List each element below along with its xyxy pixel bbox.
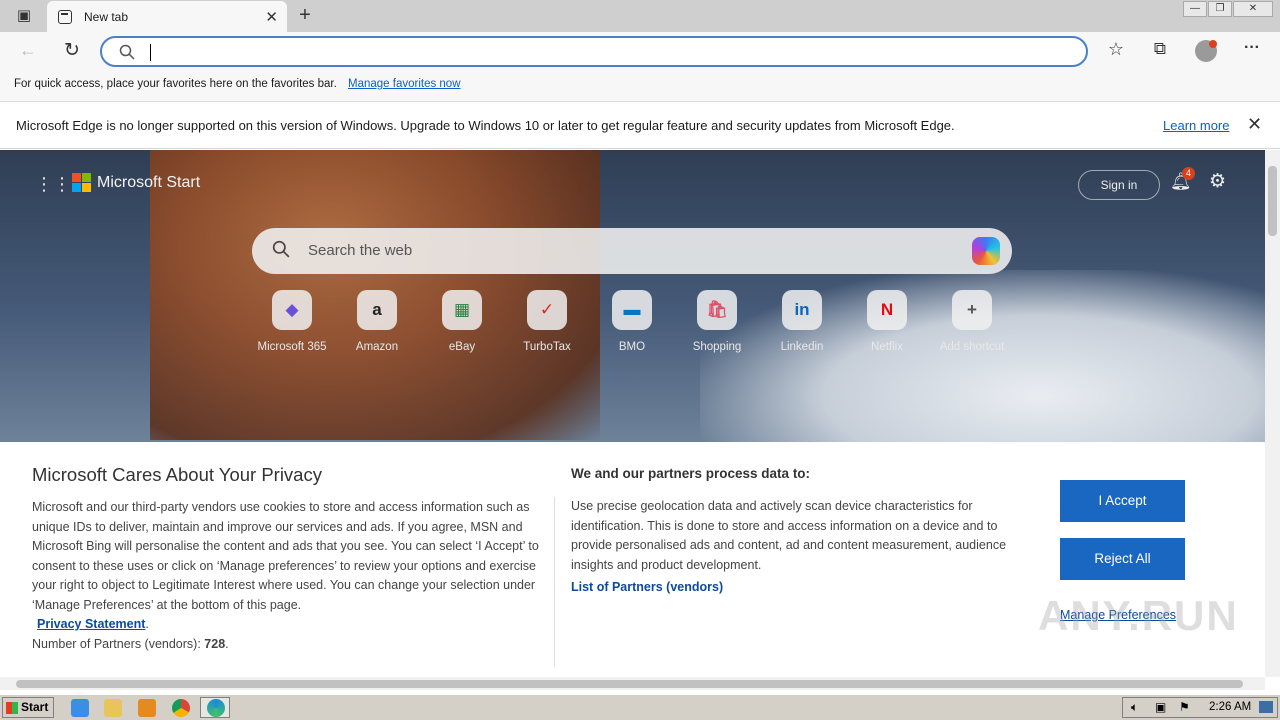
shortcut-icon: ▬ (612, 290, 652, 330)
privacy-divider (554, 497, 555, 667)
shortcut-label: Microsoft 365 (257, 341, 327, 353)
media-player-icon[interactable] (138, 699, 156, 717)
profile-status-dot (1209, 40, 1217, 48)
shortcut-tile[interactable]: N Netflix (845, 290, 929, 353)
shortcut-icon: + (952, 290, 992, 330)
vertical-scrollbar[interactable] (1265, 150, 1280, 677)
reject-all-button[interactable]: Reject All (1060, 538, 1185, 580)
shortcut-tile[interactable]: ✓ TurboTax (505, 290, 589, 353)
more-menu-button[interactable]: ··· (1240, 39, 1264, 57)
shortcut-tile[interactable]: + Add shortcut (930, 290, 1014, 353)
start-button[interactable]: Start (2, 697, 54, 718)
close-tab-icon[interactable]: ✕ (265, 8, 278, 26)
flag-icon[interactable]: ⚑ (1179, 700, 1190, 714)
web-search-box[interactable]: Search the web (252, 228, 1012, 274)
new-tab-page-icon (58, 9, 72, 24)
tab-strip: ▣ New tab ✕ + — ❐ ✕ (0, 0, 1280, 32)
profile-avatar[interactable] (1195, 40, 1217, 62)
partners-count: 728 (204, 636, 226, 651)
manage-favorites-link[interactable]: Manage favorites now (348, 78, 461, 90)
tab-actions-icon[interactable]: ▣ (12, 6, 36, 24)
shortcut-icon: N (867, 290, 907, 330)
shortcut-icon: 🛍 (697, 290, 737, 330)
learn-more-link[interactable]: Learn more (1163, 118, 1229, 133)
volume-icon[interactable]: 🔈︎ (1131, 700, 1138, 715)
shortcut-icon: a (357, 290, 397, 330)
unsupported-os-infobar: Microsoft Edge is no longer supported on… (0, 102, 1280, 149)
close-window-button[interactable]: ✕ (1233, 1, 1273, 17)
shortcut-label: TurboTax (523, 341, 571, 353)
privacy-consent-banner: Microsoft Cares About Your Privacy Micro… (0, 442, 1265, 677)
shortcut-icon: ✓ (527, 290, 567, 330)
refresh-button[interactable]: ↻ (60, 39, 84, 62)
clock: 2:26 AM (1209, 701, 1252, 713)
shortcut-tile[interactable]: a Amazon (335, 290, 419, 353)
sign-in-button[interactable]: Sign in (1078, 170, 1160, 200)
data-processing-body: Use precise geolocation data and activel… (571, 499, 1007, 572)
shortcut-tile[interactable]: in Linkedin (760, 290, 844, 353)
tab-title: New tab (84, 9, 129, 24)
shortcut-tile[interactable]: ▦ eBay (420, 290, 504, 353)
copilot-icon[interactable] (972, 237, 1000, 265)
shortcut-label: BMO (618, 341, 646, 353)
privacy-statement-link[interactable]: Privacy Statement (37, 617, 145, 631)
edge-icon (207, 699, 225, 717)
watermark-logo: ANY.RUN (1038, 592, 1239, 639)
settings-gear-icon[interactable]: ⚙ (1209, 170, 1226, 193)
favorites-star-icon[interactable]: ☆ (1104, 39, 1128, 60)
list-of-partners-link[interactable]: List of Partners (vendors) (571, 580, 723, 594)
search-icon (272, 240, 290, 258)
shortcut-icon: ▦ (442, 290, 482, 330)
back-button[interactable]: ← (16, 40, 40, 61)
new-tab-button[interactable]: + (293, 4, 317, 27)
favorites-bar-message: For quick access, place your favorites h… (14, 78, 337, 90)
accept-button[interactable]: I Accept (1060, 480, 1185, 522)
shortcut-tile[interactable]: ▬ BMO (590, 290, 674, 353)
privacy-title: Microsoft Cares About Your Privacy (32, 464, 322, 485)
shortcut-icon: in (782, 290, 822, 330)
scrollbar-thumb[interactable] (16, 680, 1243, 688)
brand-name[interactable]: Microsoft Start (97, 174, 200, 192)
horizontal-scrollbar[interactable] (0, 677, 1265, 690)
taskbar: Start 🔈︎ ▣ ⚑ 2:26 AM (0, 694, 1280, 720)
address-input[interactable] (152, 42, 1052, 62)
tab-new-tab[interactable]: New tab ✕ (47, 1, 287, 32)
infobar-message: Microsoft Edge is no longer supported on… (16, 118, 955, 133)
microsoft-logo-icon (72, 173, 92, 193)
notification-count-badge: 4 (1182, 167, 1195, 180)
restore-button[interactable]: ❐ (1208, 1, 1232, 17)
search-icon (119, 44, 135, 60)
privacy-body-text: Microsoft and our third-party vendors us… (32, 500, 539, 612)
search-placeholder: Search the web (308, 242, 413, 259)
privacy-body: Microsoft and our third-party vendors us… (32, 500, 539, 651)
system-tray: 🔈︎ ▣ ⚑ 2:26 AM (1122, 697, 1278, 718)
new-tab-page: ⋮⋮⋮ Microsoft Start Sign in 🔔︎ 4 ⚙ Searc… (0, 150, 1265, 677)
network-icon[interactable]: ▣ (1155, 700, 1166, 714)
show-desktop-icon[interactable] (1259, 701, 1273, 713)
data-processing-title: We and our partners process data to: (571, 466, 811, 481)
shortcut-tile[interactable]: 🛍 Shopping (675, 290, 759, 353)
shortcut-label: Amazon (355, 341, 399, 353)
favorites-bar: For quick access, place your favorites h… (0, 72, 1280, 102)
shortcut-tile[interactable]: ◆ Microsoft 365 (250, 290, 334, 353)
internet-explorer-icon[interactable] (71, 699, 89, 717)
text-caret (150, 44, 151, 61)
shortcut-label: eBay (448, 341, 476, 353)
shortcut-icon: ◆ (272, 290, 312, 330)
browser-toolbar: ← ↻ ☆ ⧉ ··· (0, 32, 1280, 72)
edge-taskbar-button[interactable] (200, 697, 230, 718)
chrome-icon[interactable] (172, 699, 190, 717)
scrollbar-thumb[interactable] (1268, 166, 1277, 236)
minimize-button[interactable]: — (1183, 1, 1207, 17)
address-bar[interactable] (100, 36, 1088, 67)
shortcut-label: Netflix (871, 341, 903, 353)
collections-icon[interactable]: ⧉ (1148, 39, 1172, 59)
partners-label: Number of Partners (vendors): (32, 636, 201, 651)
folder-icon[interactable] (104, 699, 122, 717)
shortcut-label: Add shortcut (939, 341, 1005, 353)
shortcut-label: Linkedin (780, 341, 824, 353)
shortcut-label: Shopping (692, 341, 742, 353)
close-infobar-icon[interactable]: ✕ (1247, 114, 1262, 135)
